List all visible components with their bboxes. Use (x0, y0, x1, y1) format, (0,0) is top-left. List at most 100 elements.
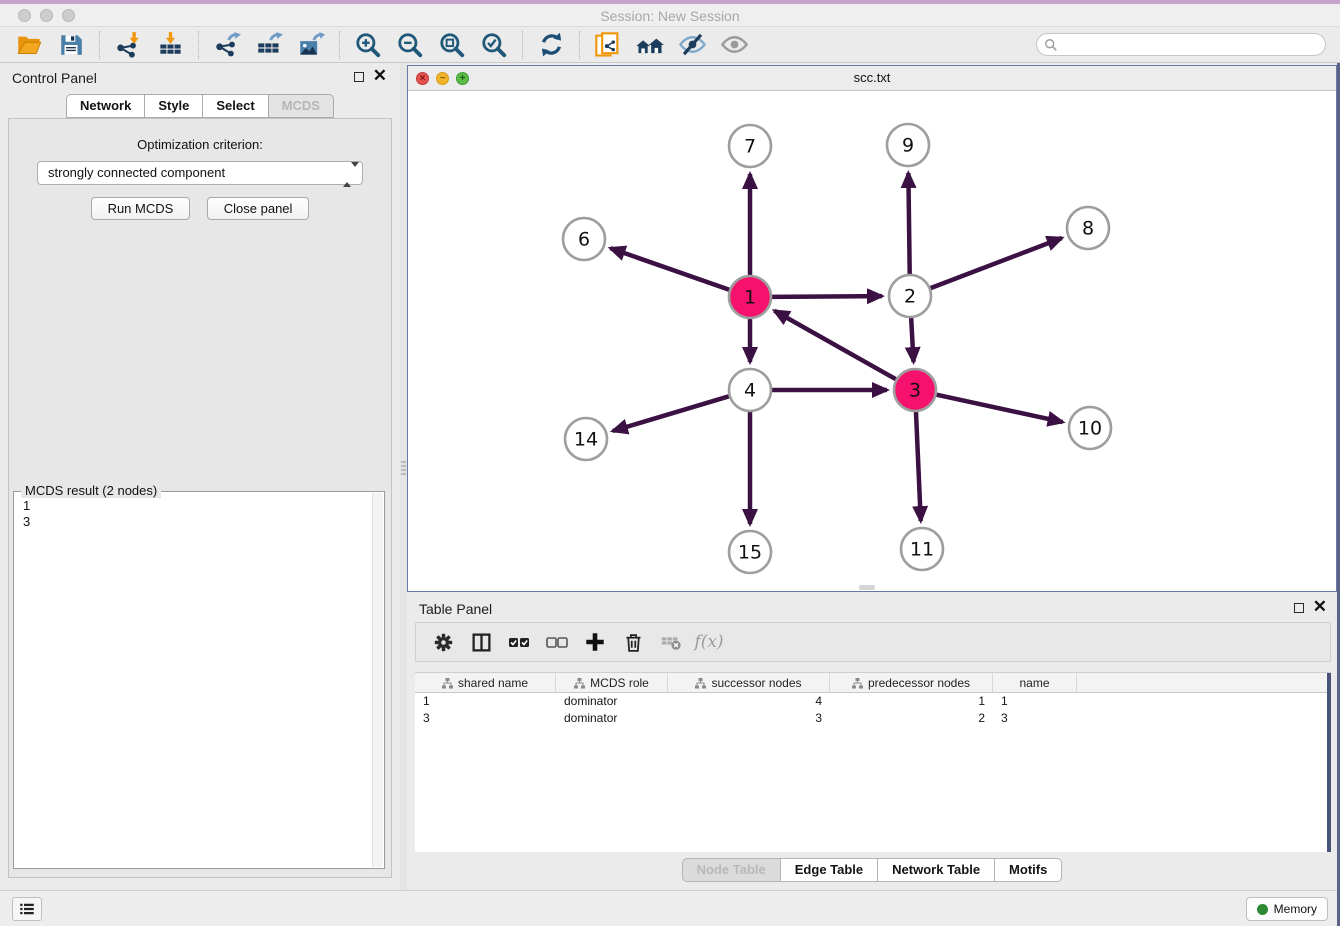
table-cell: 2 (830, 710, 993, 727)
hide-panel-button[interactable] (676, 29, 708, 61)
graph-edge-3-1[interactable] (774, 311, 895, 379)
column-header-mcds-role[interactable]: MCDS role (556, 673, 668, 693)
column-label: MCDS role (590, 676, 649, 690)
dropdown-value: strongly connected component (48, 165, 225, 180)
close-table-panel-icon[interactable]: ✕ (1313, 598, 1327, 616)
eye-icon (720, 30, 749, 59)
tab-motifs[interactable]: Motifs (994, 858, 1062, 882)
add-column-button[interactable] (580, 629, 610, 655)
export-table-button[interactable] (253, 29, 285, 61)
import-network-icon (115, 31, 142, 58)
application-window: Session: New Session (0, 0, 1340, 926)
show-panel-button[interactable] (718, 29, 750, 61)
deselect-all-columns-button[interactable] (542, 629, 572, 655)
graph-edge-1-2[interactable] (772, 296, 882, 297)
export-image-button[interactable] (295, 29, 327, 61)
show-columns-button[interactable] (466, 629, 496, 655)
select-all-columns-button[interactable] (504, 629, 534, 655)
table-row[interactable]: 3dominator323 (415, 710, 1331, 727)
network-window-titlebar[interactable]: × − + scc.txt (408, 66, 1336, 91)
search-icon (1044, 38, 1058, 52)
tab-mcds[interactable]: MCDS (268, 94, 334, 118)
tab-select[interactable]: Select (202, 94, 268, 118)
delete-column-button[interactable] (618, 629, 648, 655)
graph-node-label-3: 3 (909, 380, 921, 402)
close-panel-button[interactable]: Close panel (207, 197, 310, 220)
import-network-button[interactable] (112, 29, 144, 61)
graph-edge-3-11[interactable] (916, 412, 921, 521)
network-canvas[interactable]: 7968124314101511 (408, 91, 1336, 591)
run-mcds-button[interactable]: Run MCDS (91, 197, 191, 220)
plus-icon (584, 631, 606, 653)
table-header-row: shared name MCDS role successor nodes prede… (415, 673, 1331, 693)
table-panel-title: Table Panel (419, 601, 492, 617)
graph-edge-3-10[interactable] (936, 395, 1062, 422)
tab-edge-table[interactable]: Edge Table (780, 858, 878, 882)
search-input[interactable] (1062, 38, 1325, 52)
columns-icon (471, 632, 492, 653)
zoom-out-button[interactable] (394, 29, 426, 61)
column-header-predecessor-nodes[interactable]: predecessor nodes (830, 673, 993, 693)
tab-network[interactable]: Network (66, 94, 145, 118)
graph-node-label-4: 4 (744, 380, 756, 402)
zoom-selected-icon (480, 31, 508, 59)
function-builder-button[interactable]: f(x) (694, 629, 724, 655)
graph-edge-2-8[interactable] (931, 238, 1062, 288)
graph-node-label-6: 6 (578, 229, 590, 251)
splitter-grip[interactable] (401, 461, 406, 477)
main-toolbar (0, 27, 1340, 63)
graph-edge-4-14[interactable] (613, 396, 729, 431)
network-title: scc.txt (408, 70, 1336, 85)
trash-icon (623, 632, 644, 653)
float-panel-icon[interactable] (354, 72, 364, 82)
tab-style[interactable]: Style (144, 94, 203, 118)
search-box[interactable] (1036, 33, 1326, 56)
mcds-panel: Optimization criterion: strongly connect… (8, 118, 392, 878)
graph-node-label-7: 7 (744, 136, 756, 158)
graph-edge-1-6[interactable] (610, 248, 729, 290)
toolbar-separator (99, 31, 100, 59)
dropdown-stepper-icon (343, 164, 355, 186)
network-from-file-button[interactable] (592, 29, 624, 61)
refresh-button[interactable] (535, 29, 567, 61)
table-cell: dominator (556, 693, 668, 710)
column-header-shared-name[interactable]: shared name (415, 673, 556, 693)
node-table: shared name MCDS role successor nodes prede… (415, 672, 1331, 852)
table-scrollbar[interactable] (1327, 673, 1331, 852)
table-settings-button[interactable] (428, 629, 458, 655)
table-row[interactable]: 1dominator411 (415, 693, 1331, 710)
graph-node-label-8: 8 (1082, 218, 1094, 240)
zoom-selected-button[interactable] (478, 29, 510, 61)
table-panel-header: Table Panel ✕ (407, 594, 1337, 622)
memory-button[interactable]: Memory (1246, 897, 1328, 921)
vertical-splitter[interactable] (400, 63, 407, 890)
close-panel-icon[interactable]: ✕ (373, 67, 387, 85)
column-header-name[interactable]: name (993, 673, 1077, 693)
import-table-button[interactable] (154, 29, 186, 61)
tab-network-table[interactable]: Network Table (877, 858, 995, 882)
optimization-dropdown[interactable]: strongly connected component (37, 161, 363, 185)
table-cell: 3 (668, 710, 830, 727)
table-panel: Table Panel ✕ (407, 594, 1337, 890)
column-header-successor-nodes[interactable]: successor nodes (668, 673, 830, 693)
graph-edge-2-9[interactable] (908, 173, 909, 274)
horizontal-splitter-grip[interactable] (859, 585, 875, 590)
table-cell: 1 (993, 693, 1077, 710)
column-label: predecessor nodes (868, 676, 970, 690)
delete-table-button[interactable] (656, 629, 686, 655)
eye-slash-icon (678, 30, 707, 59)
task-history-button[interactable] (12, 897, 42, 921)
save-icon (58, 32, 84, 58)
export-network-button[interactable] (211, 29, 243, 61)
save-session-button[interactable] (55, 29, 87, 61)
zoom-in-button[interactable] (352, 29, 384, 61)
tab-node-table[interactable]: Node Table (682, 858, 781, 882)
result-scrollbar[interactable] (372, 493, 383, 867)
open-session-button[interactable] (13, 29, 45, 61)
zoom-fit-button[interactable] (436, 29, 468, 61)
graph-node-label-14: 14 (574, 429, 598, 451)
toolbar-separator (579, 31, 580, 59)
graph-edge-2-3[interactable] (911, 318, 913, 362)
home-button[interactable] (634, 29, 666, 61)
float-table-panel-icon[interactable] (1294, 603, 1304, 613)
